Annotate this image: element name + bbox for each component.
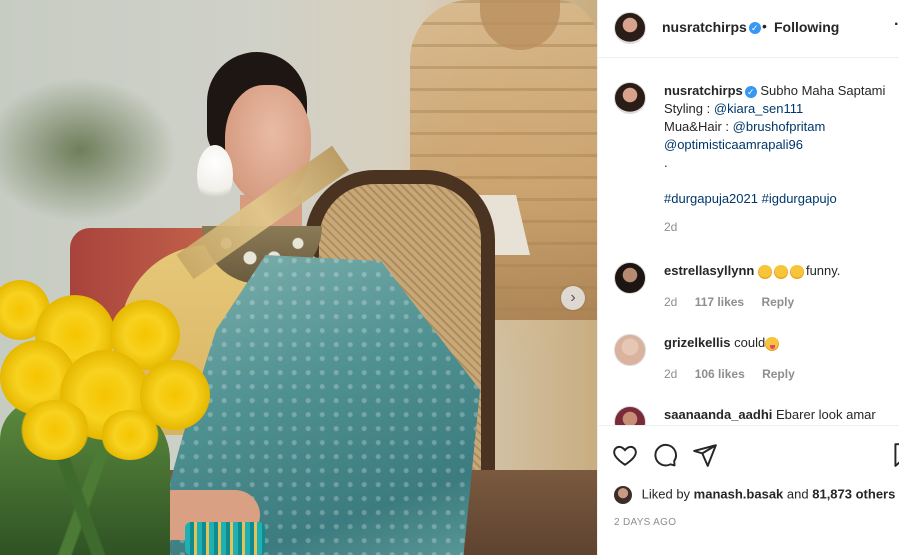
- photo-flowers: [0, 280, 220, 555]
- comment-username[interactable]: grizelkellis: [664, 335, 730, 350]
- mention-link[interactable]: @optimisticaamrapali96: [664, 137, 803, 152]
- hashtag-link[interactable]: #igdurgapujo: [762, 191, 837, 206]
- caption-dot: .: [664, 155, 668, 170]
- post-photo[interactable]: ›: [0, 0, 597, 555]
- comment-icon[interactable]: [652, 442, 678, 468]
- comment-avatar[interactable]: [614, 334, 646, 366]
- separator-dot: •: [762, 18, 767, 34]
- comment-avatar[interactable]: [614, 406, 646, 425]
- author-username[interactable]: nusratchirps ✓: [662, 19, 761, 35]
- photo-hair-flower: [197, 145, 233, 205]
- carousel-next-button[interactable]: ›: [561, 286, 585, 310]
- comment-likes[interactable]: 117 likes: [695, 295, 744, 309]
- comment-likes[interactable]: 106 likes: [695, 367, 745, 381]
- comment-item: estrellasyllynn funny. 2d 117 likes Repl…: [664, 262, 840, 311]
- bookmark-icon[interactable]: [890, 442, 899, 468]
- comment-text: funny.: [805, 263, 841, 278]
- emoji-icon: [773, 264, 788, 279]
- comment-item: saanaanda_aadhi Ebarer look amar: [664, 406, 876, 424]
- mention-link[interactable]: @kiara_sen111: [714, 101, 803, 116]
- comment-text: Ebarer look amar: [776, 407, 876, 422]
- caption: nusratchirps ✓ Subho Maha Saptami Styling…: [664, 82, 899, 236]
- comment-time: 2d: [664, 367, 678, 381]
- verified-badge-icon: ✓: [744, 85, 757, 98]
- chevron-right-icon: ›: [570, 289, 576, 306]
- comment-item: grizelkellis could 2d 106 likes Reply: [664, 334, 795, 383]
- reply-button[interactable]: Reply: [761, 295, 794, 309]
- liker-avatar[interactable]: [614, 486, 632, 504]
- comment-text: could: [734, 335, 766, 350]
- more-options-icon[interactable]: ·: [894, 16, 899, 34]
- share-icon[interactable]: [692, 442, 718, 468]
- liker-username[interactable]: manash.basak: [694, 486, 784, 501]
- comments-list[interactable]: nusratchirps ✓ Subho Maha Saptami Styling…: [598, 58, 899, 426]
- liked-by: Liked by manash.basak and 81,873 others: [614, 486, 895, 504]
- emoji-icon: [765, 336, 780, 351]
- caption-avatar[interactable]: [614, 82, 646, 114]
- caption-mua-label: Mua&Hair :: [664, 119, 730, 134]
- post-header: nusratchirps ✓ • Following ·: [598, 0, 899, 58]
- comment-username[interactable]: saanaanda_aadhi: [664, 407, 772, 422]
- post-actions: [598, 426, 899, 486]
- caption-username[interactable]: nusratchirps ✓: [664, 83, 757, 98]
- caption-time: 2d: [664, 220, 678, 234]
- likes-count[interactable]: 81,873 others: [812, 486, 895, 501]
- comment-username[interactable]: estrellasyllynn: [664, 263, 754, 278]
- emoji-icon: [789, 264, 804, 279]
- mention-link[interactable]: @brushofpritam: [733, 119, 826, 134]
- liked-by-and: and: [786, 486, 809, 502]
- hashtag-link[interactable]: #durgapuja2021: [664, 191, 758, 206]
- post-side-panel: nusratchirps ✓ • Following · nusratchirps…: [597, 0, 899, 555]
- caption-line-1: Subho Maha Saptami: [760, 83, 886, 98]
- author-avatar[interactable]: [614, 12, 646, 44]
- post-timestamp[interactable]: 2 DAYS AGO: [614, 517, 676, 528]
- emoji-icon: [757, 264, 772, 279]
- liked-by-prefix: Liked by: [641, 486, 691, 502]
- comment-avatar[interactable]: [614, 262, 646, 294]
- verified-badge-icon: ✓: [748, 22, 761, 35]
- heart-icon[interactable]: [612, 442, 638, 468]
- caption-styling-label: Styling :: [664, 101, 711, 116]
- reply-button[interactable]: Reply: [762, 367, 795, 381]
- comment-time: 2d: [664, 295, 678, 309]
- following-button[interactable]: Following: [774, 19, 839, 35]
